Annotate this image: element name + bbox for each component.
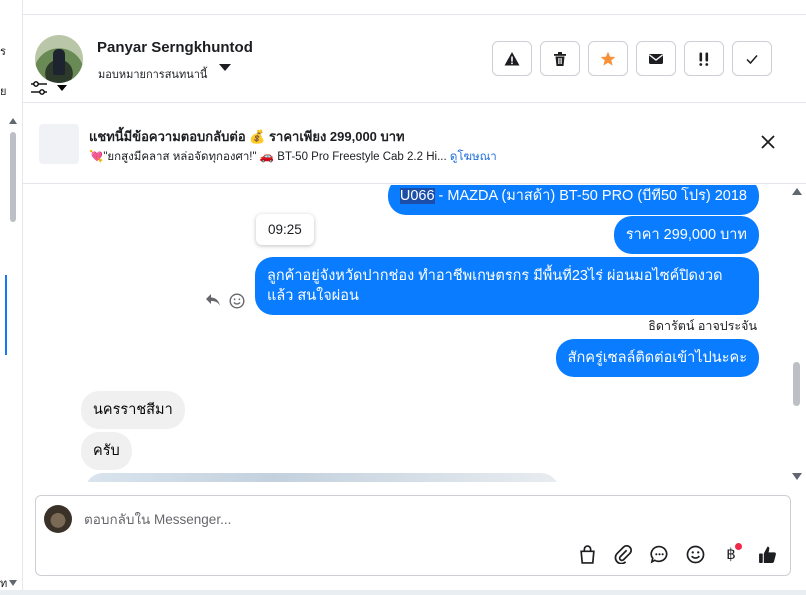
reply-icon[interactable] — [205, 293, 221, 307]
mark-unread-button[interactable] — [636, 41, 676, 76]
avatar[interactable] — [35, 35, 83, 83]
ad-banner-title: แชทนี้มีข้อความตอบกลับต่อ 💰 ราคาเพียง 29… — [89, 129, 405, 144]
view-ad-link[interactable]: ดูโฆษณา — [450, 151, 497, 163]
bag-icon[interactable] — [576, 543, 598, 565]
warning-icon — [504, 51, 520, 65]
bottom-edge — [0, 590, 806, 595]
spam-button[interactable] — [492, 41, 532, 76]
left-panel-edge: ร ย ท — [0, 0, 23, 595]
timestamp-tooltip: 09:25 — [256, 214, 314, 245]
left-label-1: ร — [0, 46, 6, 58]
message-actions — [205, 293, 245, 309]
ad-thumbnail[interactable] — [39, 124, 79, 164]
mail-icon — [649, 53, 663, 64]
trash-icon — [554, 51, 566, 66]
assign-conversation[interactable]: มอบหมายการสนทนานี้ — [98, 65, 207, 83]
outgoing-message[interactable]: ลูกค้าอยู่จังหวัดปากช่อง ทำอาชีพเกษตรกร … — [255, 257, 759, 315]
selected-text: U066 — [399, 188, 435, 204]
incoming-message[interactable]: นครราชสีมา — [81, 391, 185, 429]
mark-done-button[interactable] — [732, 41, 772, 76]
chevron-down-icon[interactable] — [57, 85, 67, 91]
active-indicator — [5, 275, 7, 355]
composer-tools: ฿ — [576, 543, 778, 565]
star-icon — [600, 51, 616, 66]
chat-bubble-icon[interactable] — [648, 543, 670, 565]
reply-input[interactable] — [84, 512, 684, 527]
outgoing-message[interactable]: ราคา 299,000 บาท — [613, 216, 759, 254]
check-icon — [746, 54, 758, 64]
incoming-image[interactable] — [85, 473, 559, 482]
scroll-up-arrow-icon[interactable] — [9, 118, 17, 124]
notification-dot — [735, 543, 742, 550]
star-button[interactable] — [588, 41, 628, 76]
left-scroll-thumb[interactable] — [10, 132, 16, 222]
message-text: - MAZDA (มาสด้า) BT-50 PRO (บีที50 โปร) … — [434, 188, 747, 204]
ad-headline: 💘"ยกสูงมีคลาส หล่อจัดทุกองศา!" 🚗 BT-50 P… — [89, 151, 447, 163]
left-scrollbar[interactable] — [8, 118, 18, 586]
priority-icon — [699, 52, 709, 66]
scroll-down-arrow-icon[interactable] — [9, 580, 17, 586]
baht-icon[interactable]: ฿ — [720, 543, 742, 565]
close-icon[interactable] — [760, 134, 776, 150]
ad-reply-banner: แชทนี้มีข้อความตอบกลับต่อ 💰 ราคาเพียง 29… — [23, 104, 806, 184]
paperclip-icon[interactable] — [612, 543, 634, 565]
delete-button[interactable] — [540, 41, 580, 76]
thread-scroll-thumb[interactable] — [793, 362, 800, 406]
scroll-down-arrow-icon[interactable] — [792, 473, 802, 480]
page-avatar — [44, 505, 72, 533]
header-actions — [492, 41, 772, 76]
thread-scrollbar[interactable] — [791, 186, 803, 482]
outgoing-message[interactable]: สักครู่เซลล์ติดต่อเข้าไปนะคะ — [555, 339, 759, 377]
conversation-header: Panyar Serngkhuntod มอบหมายการสนทนานี้ — [23, 15, 806, 103]
assign-dropdown-icon[interactable] — [219, 64, 231, 71]
contact-name[interactable]: Panyar Serngkhuntod — [97, 39, 253, 56]
scroll-up-arrow-icon[interactable] — [792, 188, 802, 195]
ad-banner-subtitle: 💘"ยกสูงมีคลาส หล่อจัดทุกองศา!" 🚗 BT-50 P… — [89, 148, 497, 166]
thumbs-up-icon[interactable] — [756, 543, 778, 565]
filter-sliders-icon[interactable] — [31, 81, 47, 95]
react-emoji-icon[interactable] — [229, 293, 245, 309]
left-label-2: ย — [0, 86, 7, 98]
reply-composer: ฿ — [35, 495, 791, 576]
priority-button[interactable] — [684, 41, 724, 76]
sender-name: ธิดารัตน์ อาจประจัน — [648, 319, 757, 333]
incoming-message[interactable]: ครับ — [81, 432, 132, 470]
emoji-icon[interactable] — [684, 543, 706, 565]
outgoing-message[interactable]: U066 - MAZDA (มาสด้า) BT-50 PRO (บีที50 … — [387, 185, 759, 215]
message-thread[interactable]: U066 - MAZDA (มาสด้า) BT-50 PRO (บีที50 … — [23, 185, 789, 482]
